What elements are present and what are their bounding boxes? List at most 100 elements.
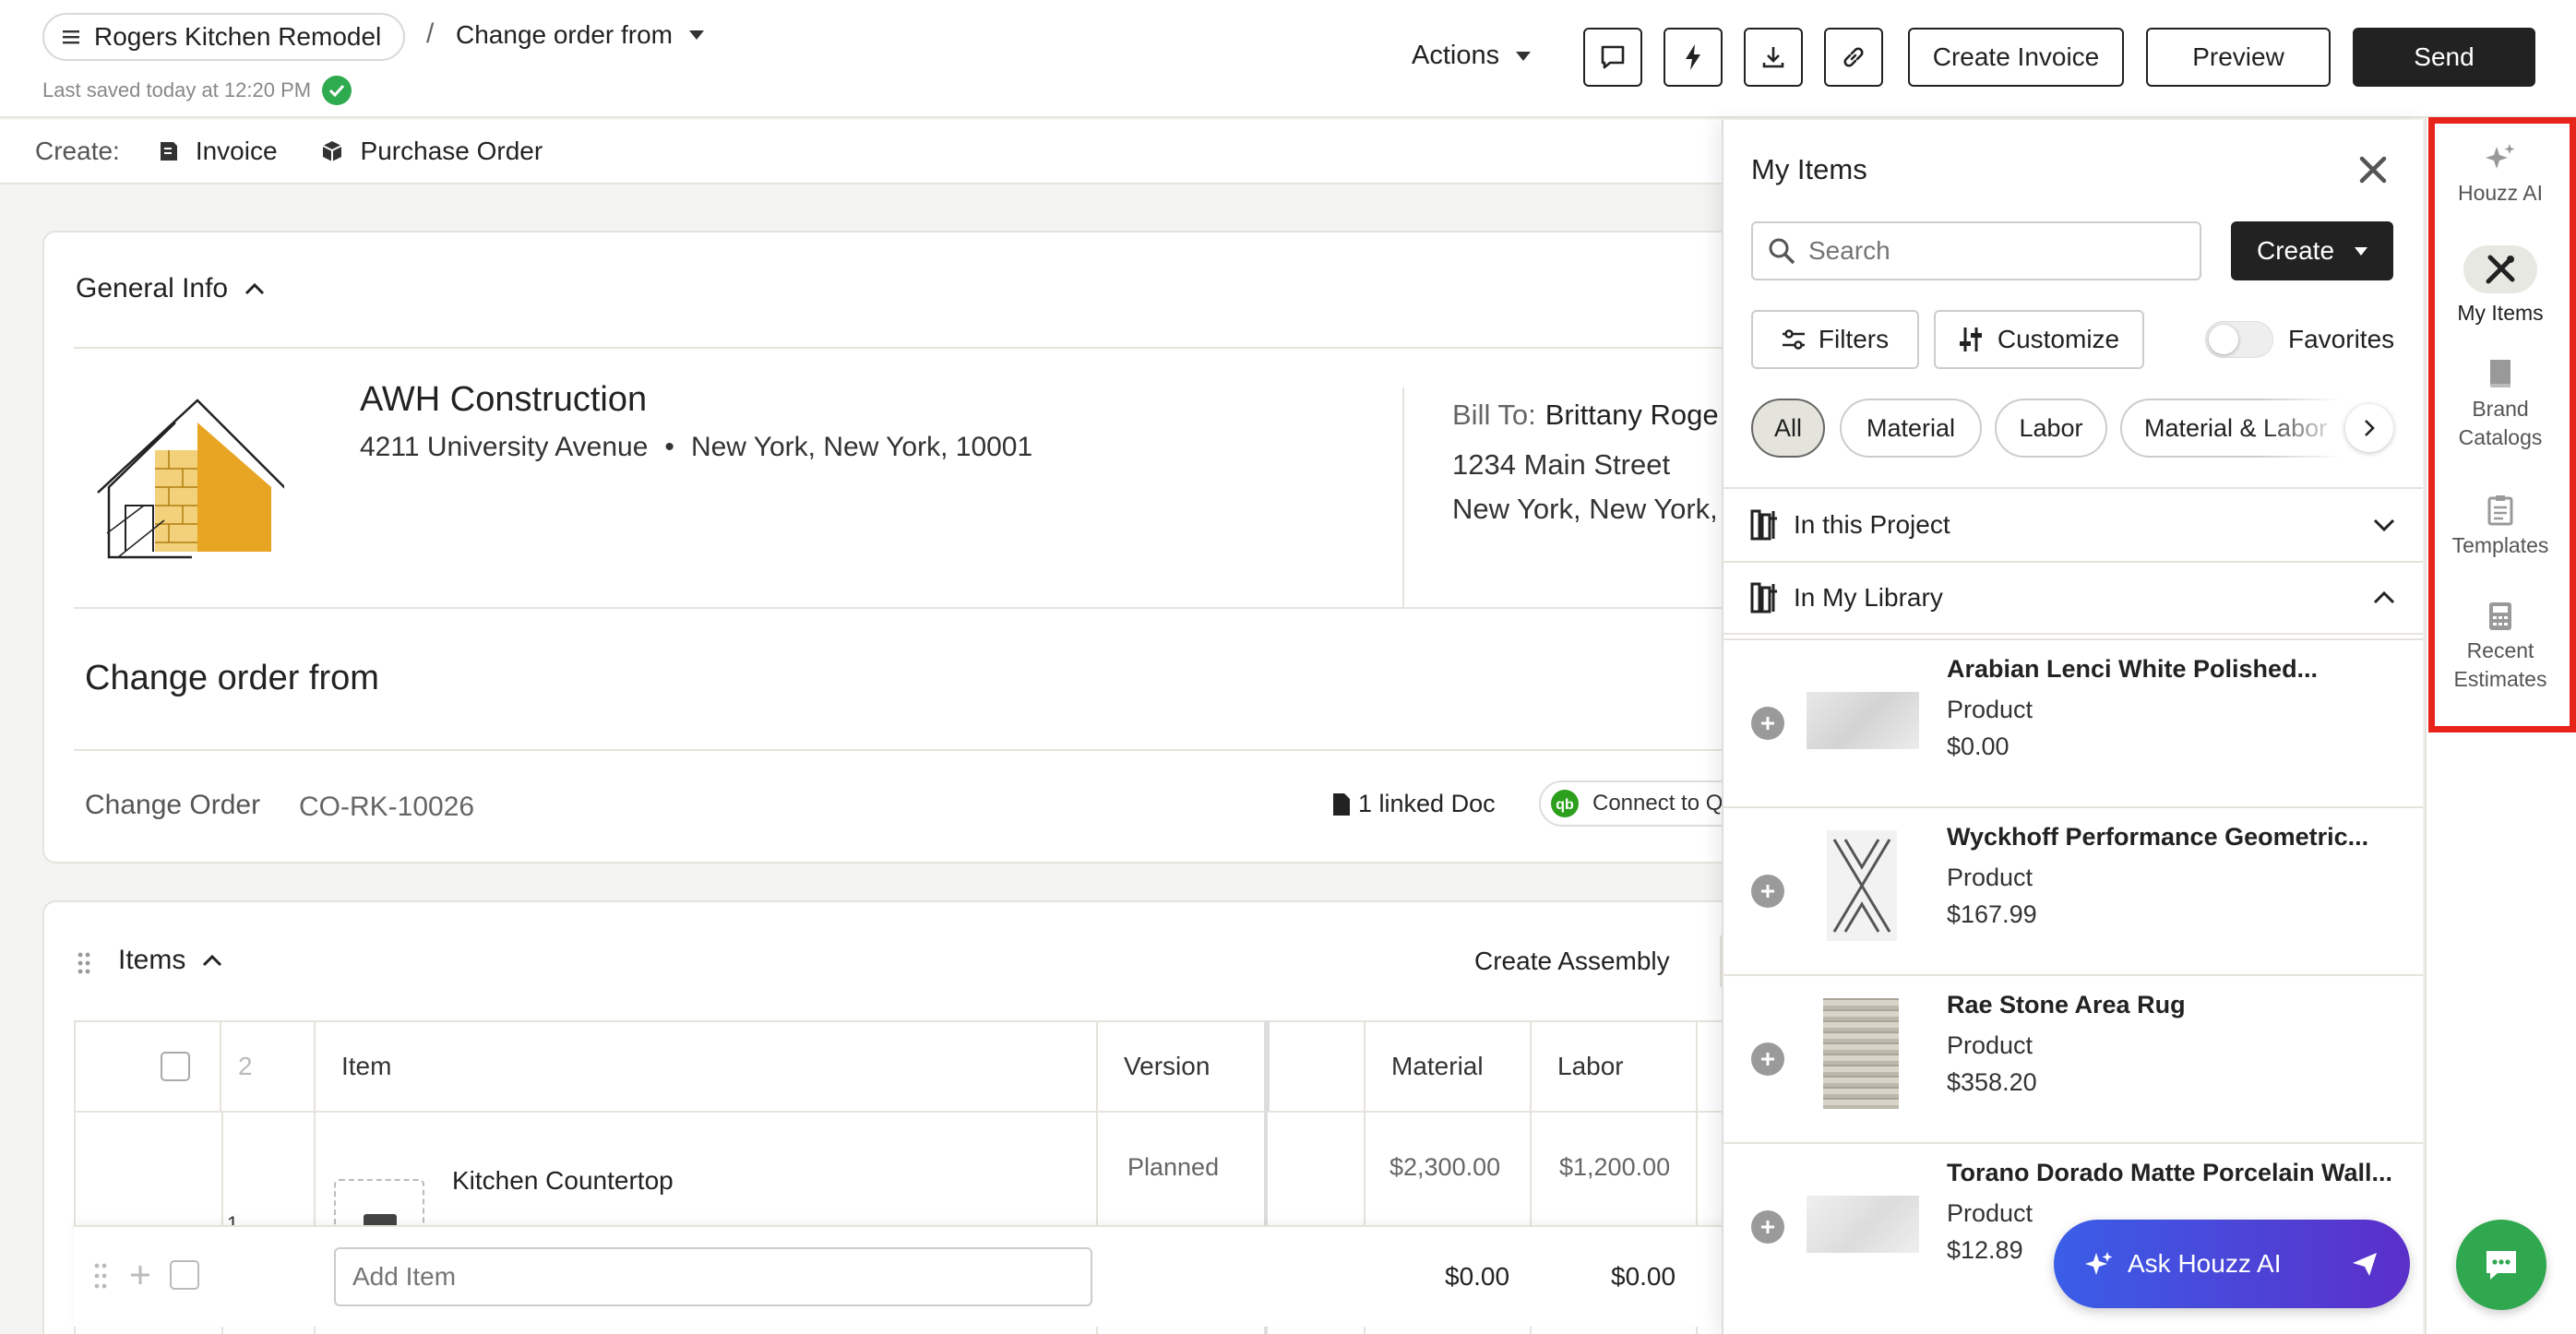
- search-icon: [1768, 237, 1795, 265]
- add-circle-icon[interactable]: [1751, 707, 1784, 740]
- bill-to-label: Bill To:: [1452, 399, 1536, 431]
- customize-button[interactable]: Customize: [1934, 310, 2144, 369]
- item-type: Product: [1947, 864, 2033, 891]
- caret-down-icon: [689, 30, 705, 40]
- item-name[interactable]: Kitchen Countertop: [452, 1166, 674, 1196]
- column-header-labor: Labor: [1532, 1022, 1698, 1111]
- column-header-item: Item: [316, 1022, 1098, 1111]
- in-this-project-accordion[interactable]: In this Project: [1722, 487, 2423, 561]
- items-title: Items: [118, 945, 186, 975]
- invoice-label: Invoice: [195, 137, 278, 165]
- create-item-button[interactable]: Create: [2231, 221, 2393, 280]
- create-purchase-order-link[interactable]: Purchase Order: [320, 137, 543, 166]
- item-price: $0.00: [1947, 733, 2010, 760]
- drag-handle-icon[interactable]: [94, 1262, 107, 1290]
- create-assembly-button[interactable]: Create Assembly: [1474, 947, 1670, 976]
- download-button[interactable]: [1744, 28, 1803, 87]
- item-count: 2: [221, 1022, 316, 1111]
- change-order-label: Change Order: [85, 790, 261, 820]
- customize-icon: [1959, 326, 1983, 353]
- chevron-down-icon: [2373, 518, 2395, 531]
- column-header-version: Version: [1098, 1022, 1266, 1111]
- general-info-toggle[interactable]: General Info: [76, 273, 265, 304]
- ask-houzz-ai-button[interactable]: Ask Houzz AI: [2054, 1220, 2410, 1308]
- add-circle-icon[interactable]: [1751, 875, 1784, 908]
- preview-button[interactable]: Preview: [2146, 28, 2331, 87]
- lightning-icon: [1683, 43, 1703, 71]
- add-circle-icon[interactable]: [1751, 1042, 1784, 1076]
- drag-handle-icon[interactable]: [78, 952, 90, 974]
- add-circle-icon[interactable]: [1751, 1210, 1784, 1244]
- table-row[interactable]: 1 Kitchen Countertop Planned $2,300.00 $…: [74, 1113, 1735, 1253]
- top-header: Rogers Kitchen Remodel / Change order fr…: [0, 0, 2576, 118]
- create-invoice-link[interactable]: Invoice: [159, 137, 278, 166]
- panel-title: My Items: [1751, 153, 1867, 185]
- search-field[interactable]: [1751, 221, 2201, 280]
- save-status: Last saved today at 12:20 PM: [42, 76, 352, 105]
- change-order-number[interactable]: CO-RK-10026: [299, 792, 474, 823]
- chevron-right-icon: [2364, 419, 2375, 437]
- chevron-up-icon: [202, 954, 222, 967]
- rug-thumbnail: [1827, 830, 1897, 941]
- hamburger-icon: [63, 30, 79, 44]
- chips-scroll-right-button[interactable]: [2345, 404, 2393, 452]
- connect-label: Connect to Q: [1592, 791, 1723, 816]
- rug-thumbnail: [1823, 998, 1899, 1109]
- chat-support-button[interactable]: [2456, 1220, 2546, 1310]
- actions-dropdown[interactable]: Actions: [1412, 41, 1532, 71]
- in-my-library-accordion[interactable]: In My Library: [1722, 561, 2423, 635]
- rail-highlight-box: [2428, 117, 2576, 733]
- library-item[interactable]: Arabian Lenci White Polished... Product …: [1722, 638, 2423, 806]
- item-price: $12.89: [1947, 1236, 2023, 1264]
- close-icon[interactable]: [2358, 155, 2388, 185]
- svg-text:qb: qb: [1556, 797, 1574, 813]
- library-item[interactable]: Wyckhoff Performance Geometric... Produc…: [1722, 806, 2423, 974]
- favorites-toggle[interactable]: [2205, 321, 2273, 358]
- actions-label: Actions: [1412, 41, 1500, 70]
- select-all-checkbox[interactable]: [161, 1052, 190, 1081]
- send-button[interactable]: Send: [2353, 28, 2535, 87]
- item-name: Rae Stone Area Rug: [1947, 991, 2186, 1018]
- row-checkbox[interactable]: [170, 1260, 199, 1290]
- address-separator: •: [664, 432, 674, 462]
- library-item[interactable]: Rae Stone Area Rug Product $358.20: [1722, 974, 2423, 1142]
- general-info-card: General Info AWH Construction 4211 Unive…: [42, 231, 1762, 864]
- document-title-dropdown[interactable]: Change order from: [456, 20, 705, 50]
- saved-check-icon: [322, 76, 352, 105]
- item-name: Wyckhoff Performance Geometric...: [1947, 823, 2369, 851]
- box-icon: [320, 139, 344, 163]
- item-type: Product: [1947, 1031, 2033, 1059]
- add-item-input[interactable]: [334, 1247, 1092, 1306]
- caret-down-icon: [2355, 246, 2368, 256]
- project-selector[interactable]: Rogers Kitchen Remodel: [42, 13, 406, 61]
- item-type: Product: [1947, 696, 2033, 723]
- general-info-title: General Info: [76, 273, 229, 304]
- document-icon: [1332, 792, 1351, 816]
- quick-action-button[interactable]: [1664, 28, 1723, 87]
- chevron-up-icon: [244, 282, 265, 295]
- item-name: Torano Dorado Matte Porcelain Wall...: [1947, 1159, 2393, 1186]
- comment-button[interactable]: [1583, 28, 1642, 87]
- chip-all[interactable]: All: [1751, 399, 1825, 458]
- items-toggle[interactable]: Items: [118, 945, 222, 976]
- linked-docs-button[interactable]: 1 linked Doc: [1332, 790, 1496, 818]
- search-input[interactable]: [1808, 236, 2177, 266]
- quickbooks-connect-button[interactable]: qb Connect to Q: [1539, 780, 1744, 827]
- add-item-row: $0.00 $0.00: [74, 1225, 1735, 1327]
- item-type: Product: [1947, 1199, 2033, 1227]
- chat-icon: [2483, 1248, 2520, 1281]
- copy-link-button[interactable]: [1824, 28, 1883, 87]
- item-price: $358.20: [1947, 1068, 2037, 1096]
- create-invoice-button[interactable]: Create Invoice: [1908, 28, 2124, 87]
- company-city: New York, New York, 10001: [690, 432, 1033, 462]
- item-version: Planned: [1127, 1153, 1220, 1181]
- add-row-icon[interactable]: [129, 1264, 151, 1286]
- chip-labor[interactable]: Labor: [1995, 399, 2107, 458]
- create-label: Create:: [35, 137, 120, 165]
- item-labor: $1,200.00: [1559, 1153, 1671, 1181]
- ask-houzz-ai-label: Ask Houzz AI: [2128, 1249, 2282, 1278]
- add-item-material: $0.00: [1445, 1262, 1510, 1291]
- chip-material[interactable]: Material: [1840, 399, 1982, 458]
- breadcrumb-separator: /: [426, 18, 435, 49]
- filters-button[interactable]: Filters: [1751, 310, 1919, 369]
